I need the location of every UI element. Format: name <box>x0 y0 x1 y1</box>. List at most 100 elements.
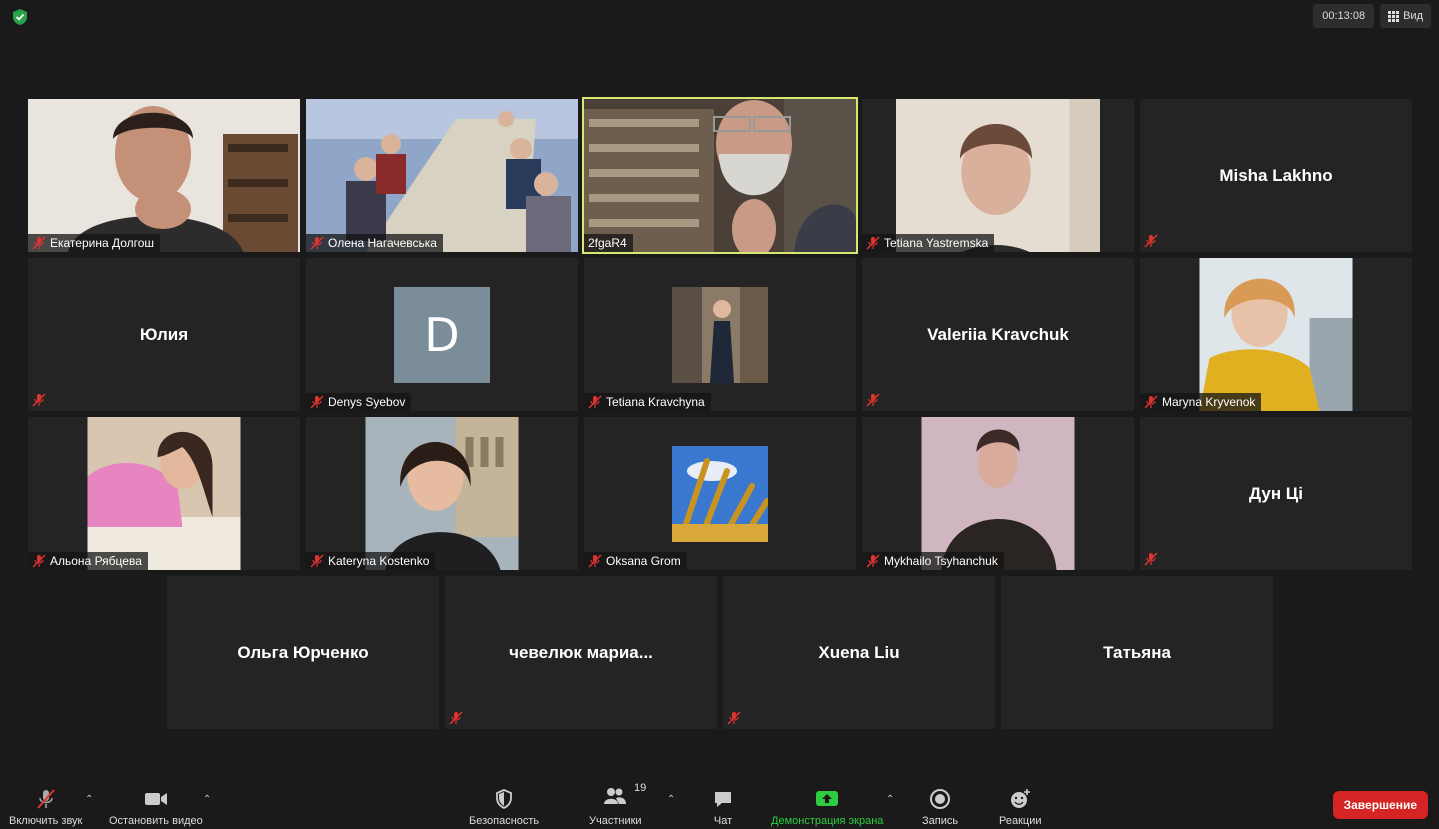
participant-tile[interactable]: Ольга Юрченко <box>167 576 439 729</box>
meeting-toolbar: Включить звук ⌃ Остановить видео ⌃ Безоп… <box>0 779 1439 829</box>
encryption-shield-icon[interactable] <box>10 7 30 27</box>
reactions-label: Реакции <box>999 815 1042 827</box>
participant-tile[interactable]: Татьяна <box>1001 576 1273 729</box>
participant-tile[interactable]: Maryna Kryvenok <box>1140 258 1412 411</box>
muted-mic-icon <box>32 554 46 568</box>
share-screen-button[interactable]: Демонстрация экрана <box>771 788 883 827</box>
reaction-smiley-icon <box>1011 789 1031 808</box>
participant-name-tag: Tetiana Yastremska <box>862 234 995 252</box>
participant-name: Denys Syebov <box>328 395 406 409</box>
participant-profile-photo <box>1199 258 1353 411</box>
meeting-timer: 00:13:08 <box>1313 4 1375 28</box>
muted-mic-icon <box>1144 395 1158 409</box>
participant-name-tag: Denys Syebov <box>306 393 412 411</box>
participant-name: Mykhailo Tsyhanchuk <box>884 554 998 568</box>
participant-tile[interactable]: Mykhailo Tsyhanchuk <box>862 417 1134 570</box>
participant-tile[interactable]: Дун Ці <box>1140 417 1412 570</box>
participant-profile-photo <box>87 417 241 570</box>
share-screen-icon <box>816 791 839 806</box>
end-meeting-button[interactable]: Завершение <box>1332 791 1428 819</box>
participant-name-tag: 2fgaR4 <box>584 234 633 252</box>
participant-tile[interactable]: Юлия <box>28 258 300 411</box>
stop-video-label: Остановить видео <box>109 815 203 827</box>
muted-mic-icon <box>1144 552 1158 566</box>
muted-mic-icon <box>449 711 463 725</box>
share-screen-label: Демонстрация экрана <box>771 815 884 827</box>
participant-tile[interactable]: Олена Нагачевська <box>306 99 578 252</box>
chat-button[interactable]: Чат <box>712 788 734 827</box>
participant-name-tag: Oksana Grom <box>584 552 687 570</box>
participant-tile[interactable]: Xuena Liu <box>723 576 995 729</box>
muted-mic-icon <box>727 711 741 725</box>
stop-video-button[interactable]: Остановить видео <box>109 788 203 827</box>
video-camera-icon <box>144 793 167 805</box>
participant-name: Tetiana Kravchyna <box>606 395 705 409</box>
participant-name: Oksana Grom <box>606 554 681 568</box>
muted-microphone-icon <box>36 789 55 809</box>
security-button[interactable]: Безопасность <box>469 788 539 827</box>
muted-mic-icon <box>310 554 324 568</box>
participant-display-name: Татьяна <box>1103 642 1171 662</box>
participant-name-tag: Maryna Kryvenok <box>1140 393 1262 411</box>
participant-name: Kateryna Kostenko <box>328 554 430 568</box>
security-shield-icon <box>496 789 512 810</box>
grid-view-icon <box>1388 10 1400 22</box>
participants-count: 19 <box>634 782 647 794</box>
participant-name: Tetiana Yastremska <box>884 236 989 250</box>
muted-mic-icon <box>310 395 324 409</box>
reactions-button[interactable]: Реакции <box>999 788 1042 827</box>
participant-profile-photo <box>672 286 768 383</box>
participant-name: Олена Нагачевська <box>328 236 437 250</box>
security-label: Безопасность <box>469 815 540 827</box>
video-options-caret[interactable]: ⌃ <box>203 794 211 805</box>
participant-display-name: Valeriia Kravchuk <box>927 324 1069 344</box>
participant-name: Екатерина Долгош <box>50 236 155 250</box>
chat-bubble-icon <box>715 792 731 807</box>
participants-label: Участники <box>589 815 642 827</box>
participant-name-tag: Екатерина Долгош <box>28 234 161 252</box>
participant-tile[interactable]: D Denys Syebov <box>306 258 578 411</box>
muted-mic-icon <box>866 236 880 250</box>
participant-display-name: Misha Lakhno <box>1219 165 1333 185</box>
share-options-caret[interactable]: ⌃ <box>886 794 894 805</box>
participant-video <box>28 99 300 252</box>
unmute-button[interactable]: Включить звук <box>9 788 82 827</box>
participants-options-caret[interactable]: ⌃ <box>667 794 675 805</box>
participant-display-name: Ольга Юрченко <box>237 642 369 662</box>
participant-tile[interactable]: Tetiana Yastremska <box>862 99 1134 252</box>
participant-tile[interactable]: Kateryna Kostenko <box>306 417 578 570</box>
muted-mic-icon <box>866 554 880 568</box>
participant-display-name: чевелюк мариа... <box>509 642 653 662</box>
muted-mic-icon <box>32 236 46 250</box>
participant-tile-active-speaker[interactable]: 2fgaR4 <box>582 97 858 254</box>
participant-display-name: Дун Ці <box>1249 483 1303 503</box>
record-button[interactable]: Запись <box>922 788 958 827</box>
record-label: Запись <box>922 815 959 827</box>
participant-tile[interactable]: Misha Lakhno <box>1140 99 1412 252</box>
participant-display-name: Юлия <box>139 324 189 344</box>
record-icon <box>930 789 951 809</box>
participant-profile-photo <box>672 445 768 542</box>
participant-name-tag: Tetiana Kravchyna <box>584 393 711 411</box>
participant-tile[interactable]: Valeriia Kravchuk <box>862 258 1134 411</box>
participant-tile[interactable]: Альона Рябцева <box>28 417 300 570</box>
participant-tile[interactable]: Tetiana Kravchyna <box>584 258 856 411</box>
chat-label: Чат <box>713 815 733 827</box>
view-button[interactable]: Вид <box>1380 4 1431 28</box>
muted-mic-icon <box>1144 234 1158 248</box>
participant-name: 2fgaR4 <box>588 236 627 250</box>
audio-options-caret[interactable]: ⌃ <box>85 794 93 805</box>
participant-profile-photo <box>365 417 519 570</box>
participant-name-tag: Олена Нагачевська <box>306 234 443 252</box>
muted-mic-icon <box>310 236 324 250</box>
participant-tile[interactable]: Екатерина Долгош <box>28 99 300 252</box>
view-label: Вид <box>1403 10 1423 22</box>
participant-tile[interactable]: чевелюк мариа... <box>445 576 717 729</box>
muted-mic-icon <box>588 395 602 409</box>
participant-name-tag: Kateryna Kostenko <box>306 552 436 570</box>
participant-tile[interactable]: Oksana Grom <box>584 417 856 570</box>
unmute-label: Включить звук <box>9 815 83 827</box>
participant-name: Альона Рябцева <box>50 554 142 568</box>
participants-button[interactable]: 19 Участники <box>589 782 646 827</box>
participant-name-tag: Альона Рябцева <box>28 552 148 570</box>
